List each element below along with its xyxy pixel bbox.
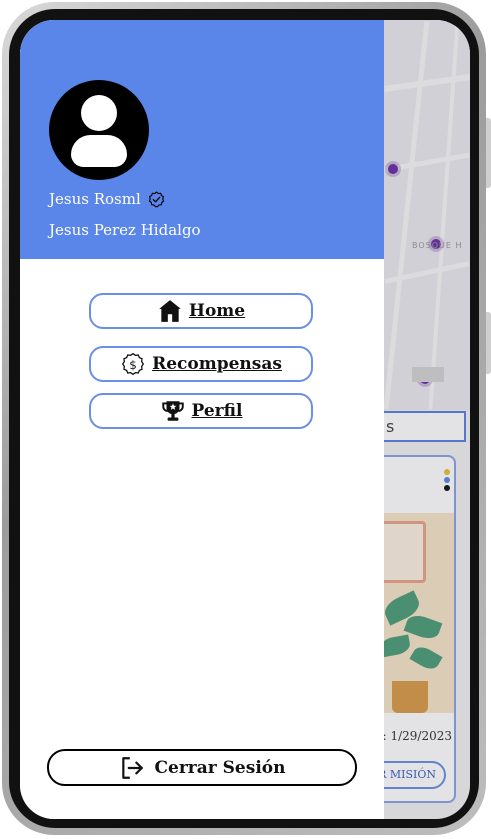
nav-home-button[interactable]: Home xyxy=(89,293,313,329)
nav-rewards-button[interactable]: $ Recompensas xyxy=(89,346,313,382)
coin-icon: $ xyxy=(121,352,145,376)
home-icon xyxy=(159,300,181,322)
phone-device: BOSQUE H s : 1/29/2023 R MISIÓN Jesus Ro… xyxy=(0,0,491,839)
avatar-body xyxy=(71,135,127,167)
phone-screen: BOSQUE H s : 1/29/2023 R MISIÓN Jesus Ro… xyxy=(20,20,470,819)
navigation-drawer: Jesus Rosml Jesus Perez Hidalgo Home $ R… xyxy=(20,20,384,819)
drawer-header: Jesus Rosml Jesus Perez Hidalgo xyxy=(20,20,384,259)
nav-profile-button[interactable]: Perfil xyxy=(89,393,313,429)
logout-button[interactable]: Cerrar Sesión xyxy=(47,749,357,786)
nav-profile-label: Perfil xyxy=(191,401,243,421)
logout-label: Cerrar Sesión xyxy=(154,757,286,778)
username: Jesus Rosml xyxy=(49,190,141,208)
trophy-icon xyxy=(161,401,184,421)
avatar[interactable] xyxy=(49,80,149,180)
nav-home-label: Home xyxy=(188,301,246,321)
drawer-scrim[interactable] xyxy=(384,20,470,819)
avatar-head xyxy=(81,95,117,131)
nav-rewards-label: Recompensas xyxy=(152,354,282,374)
logout-icon xyxy=(121,756,143,779)
full-name: Jesus Perez Hidalgo xyxy=(49,221,201,239)
svg-text:$: $ xyxy=(129,358,137,372)
verified-badge-icon xyxy=(148,191,165,208)
